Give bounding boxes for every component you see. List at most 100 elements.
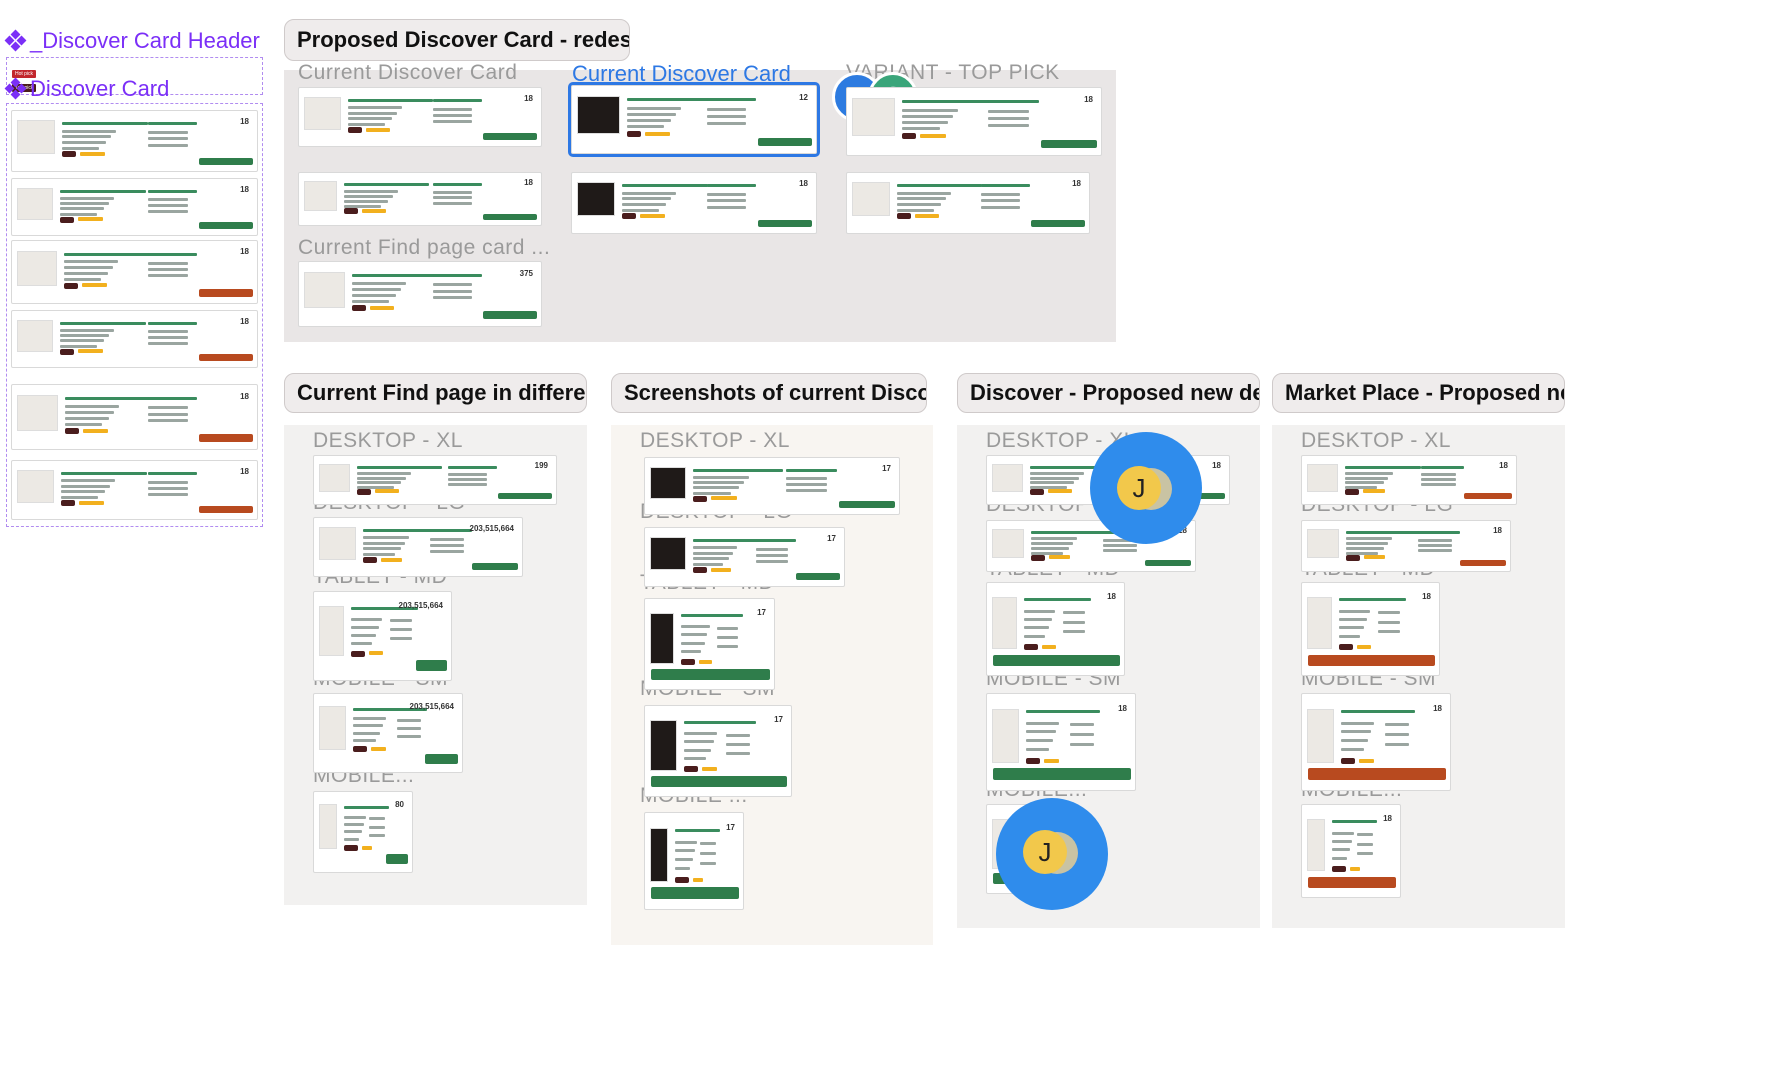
breakpoint-card[interactable]: 18 <box>1301 804 1401 898</box>
discover-card-component-set[interactable]: 18 18 18 18 18 18 <box>6 103 263 527</box>
text-line <box>62 122 148 125</box>
breakpoint-card[interactable]: 17 <box>644 457 900 515</box>
text-line <box>148 144 188 147</box>
breakpoint-card[interactable]: 203,515,664 <box>313 591 452 681</box>
collaborator-avatar-j[interactable]: J <box>1117 466 1161 510</box>
add-to-cart-button[interactable] <box>1460 560 1506 566</box>
price-label: 80 <box>395 800 404 809</box>
go-to-shop-button[interactable] <box>1145 560 1191 566</box>
section-title-proposed[interactable]: Proposed Discover Card - redesign <box>284 19 630 61</box>
wine-bottle-image <box>17 395 58 431</box>
breakpoint-card[interactable]: 203,515,664 <box>313 517 523 577</box>
add-to-cart-button[interactable] <box>199 434 253 442</box>
go-to-shop-button[interactable] <box>651 669 770 680</box>
store-name-line <box>700 829 720 832</box>
breakpoint-card[interactable]: 18 <box>1301 520 1511 572</box>
rating-stars <box>1044 759 1059 763</box>
text-line <box>62 141 106 144</box>
text-line <box>1339 626 1364 629</box>
text-line <box>64 278 101 281</box>
section-title-screenshots[interactable]: Screenshots of current Discov... <box>611 373 927 413</box>
breakpoint-card[interactable]: 18 <box>1301 693 1451 791</box>
text-line <box>62 147 99 150</box>
text-line <box>707 206 746 209</box>
go-to-shop-button[interactable] <box>796 573 840 580</box>
add-to-cart-button[interactable] <box>199 506 253 513</box>
go-to-shop-button[interactable] <box>1041 140 1097 148</box>
section-title-current-find[interactable]: Current Find page in differen... <box>284 373 587 413</box>
add-to-cart-button[interactable] <box>1308 655 1435 666</box>
text-line <box>756 548 788 551</box>
text-line <box>1346 531 1420 534</box>
wine-bottle-image <box>17 320 53 352</box>
breakpoint-card[interactable]: 199 <box>313 455 557 505</box>
discover-card-variant[interactable]: 18 <box>11 240 258 304</box>
text-line <box>684 749 711 752</box>
text-line <box>1421 473 1456 476</box>
avatar-initial: J <box>1132 472 1146 503</box>
add-to-cart-button[interactable] <box>1464 493 1512 499</box>
go-to-shop-button[interactable] <box>993 768 1131 780</box>
discover-card-variant[interactable]: 18 <box>11 178 258 236</box>
component-card-label[interactable]: Discover Card <box>4 76 169 102</box>
go-to-shop-button[interactable] <box>651 887 739 899</box>
discover-card-variant[interactable]: 18 <box>11 310 258 368</box>
current-find-page-card[interactable]: 375 <box>298 261 542 327</box>
add-to-cart-button[interactable] <box>1308 877 1396 888</box>
discover-card-variant[interactable]: 18 <box>11 110 258 172</box>
breakpoint-card[interactable]: 18 <box>986 693 1136 791</box>
go-to-shop-button[interactable] <box>758 220 812 227</box>
store-name-line <box>433 183 482 186</box>
breakpoint-card[interactable]: 17 <box>644 527 845 587</box>
current-discover-card-alt[interactable]: 18 <box>298 172 542 226</box>
go-to-shop-button[interactable] <box>199 222 253 229</box>
breakpoint-card[interactable]: 18 <box>1301 455 1517 505</box>
go-to-shop-button[interactable] <box>651 776 787 787</box>
go-to-shop-button[interactable] <box>993 655 1120 666</box>
section-title-marketplace[interactable]: Market Place - Proposed ne... <box>1272 373 1565 413</box>
go-to-shop-button[interactable] <box>758 138 812 146</box>
go-to-shop-button[interactable] <box>425 754 458 764</box>
breakpoint-card[interactable]: 80 <box>313 791 413 873</box>
bp-label-xl: DESKTOP - XL <box>1301 429 1451 452</box>
add-to-cart-button[interactable] <box>199 354 253 361</box>
price-label: 18 <box>240 117 249 126</box>
go-to-shop-button[interactable] <box>483 214 537 220</box>
discover-card-variant[interactable]: 18 <box>11 460 258 520</box>
breakpoint-card[interactable]: 203,515,664 <box>313 693 463 773</box>
add-to-cart-button[interactable] <box>199 289 253 297</box>
go-to-shop-button[interactable] <box>1031 220 1085 227</box>
component-header-label[interactable]: _Discover Card Header <box>4 28 260 54</box>
score-pill <box>902 133 916 139</box>
go-to-shop-button[interactable] <box>472 563 518 570</box>
price-label: 18 <box>1433 704 1442 713</box>
text-line <box>1357 833 1373 836</box>
go-to-shop-button[interactable] <box>199 158 253 165</box>
rating-stars <box>1364 555 1385 559</box>
breakpoint-card[interactable]: 17 <box>644 705 792 797</box>
text-line <box>357 466 442 469</box>
go-to-shop-button[interactable] <box>386 854 408 864</box>
current-discover-card[interactable]: 18 <box>298 87 542 147</box>
breakpoint-card[interactable]: 18 <box>986 582 1125 676</box>
collaborator-avatar-j[interactable]: J <box>1023 830 1067 874</box>
go-to-shop-button[interactable] <box>416 660 447 671</box>
current-discover-card-selected[interactable]: 12 <box>568 82 820 157</box>
top-pick-card[interactable]: 18 <box>846 172 1090 234</box>
text-line <box>363 542 405 545</box>
go-to-shop-button[interactable] <box>839 501 895 508</box>
breakpoint-card[interactable]: 18 <box>1301 582 1440 676</box>
go-to-shop-button[interactable] <box>498 493 552 499</box>
go-to-shop-button[interactable] <box>483 133 537 140</box>
text-line <box>369 817 385 820</box>
variant-top-pick-card[interactable]: 18 <box>846 87 1102 156</box>
breakpoint-card[interactable]: 17 <box>644 812 744 910</box>
go-to-shop-button[interactable] <box>483 311 537 319</box>
text-line <box>707 199 746 202</box>
breakpoint-card[interactable]: 17 <box>644 598 775 690</box>
hot-pick-card[interactable]: 18 <box>571 172 817 234</box>
wine-bottle-image <box>992 597 1017 649</box>
discover-card-variant[interactable]: 18 <box>11 384 258 450</box>
add-to-cart-button[interactable] <box>1308 768 1446 780</box>
section-title-discover-proposed[interactable]: Discover - Proposed new de... <box>957 373 1260 413</box>
